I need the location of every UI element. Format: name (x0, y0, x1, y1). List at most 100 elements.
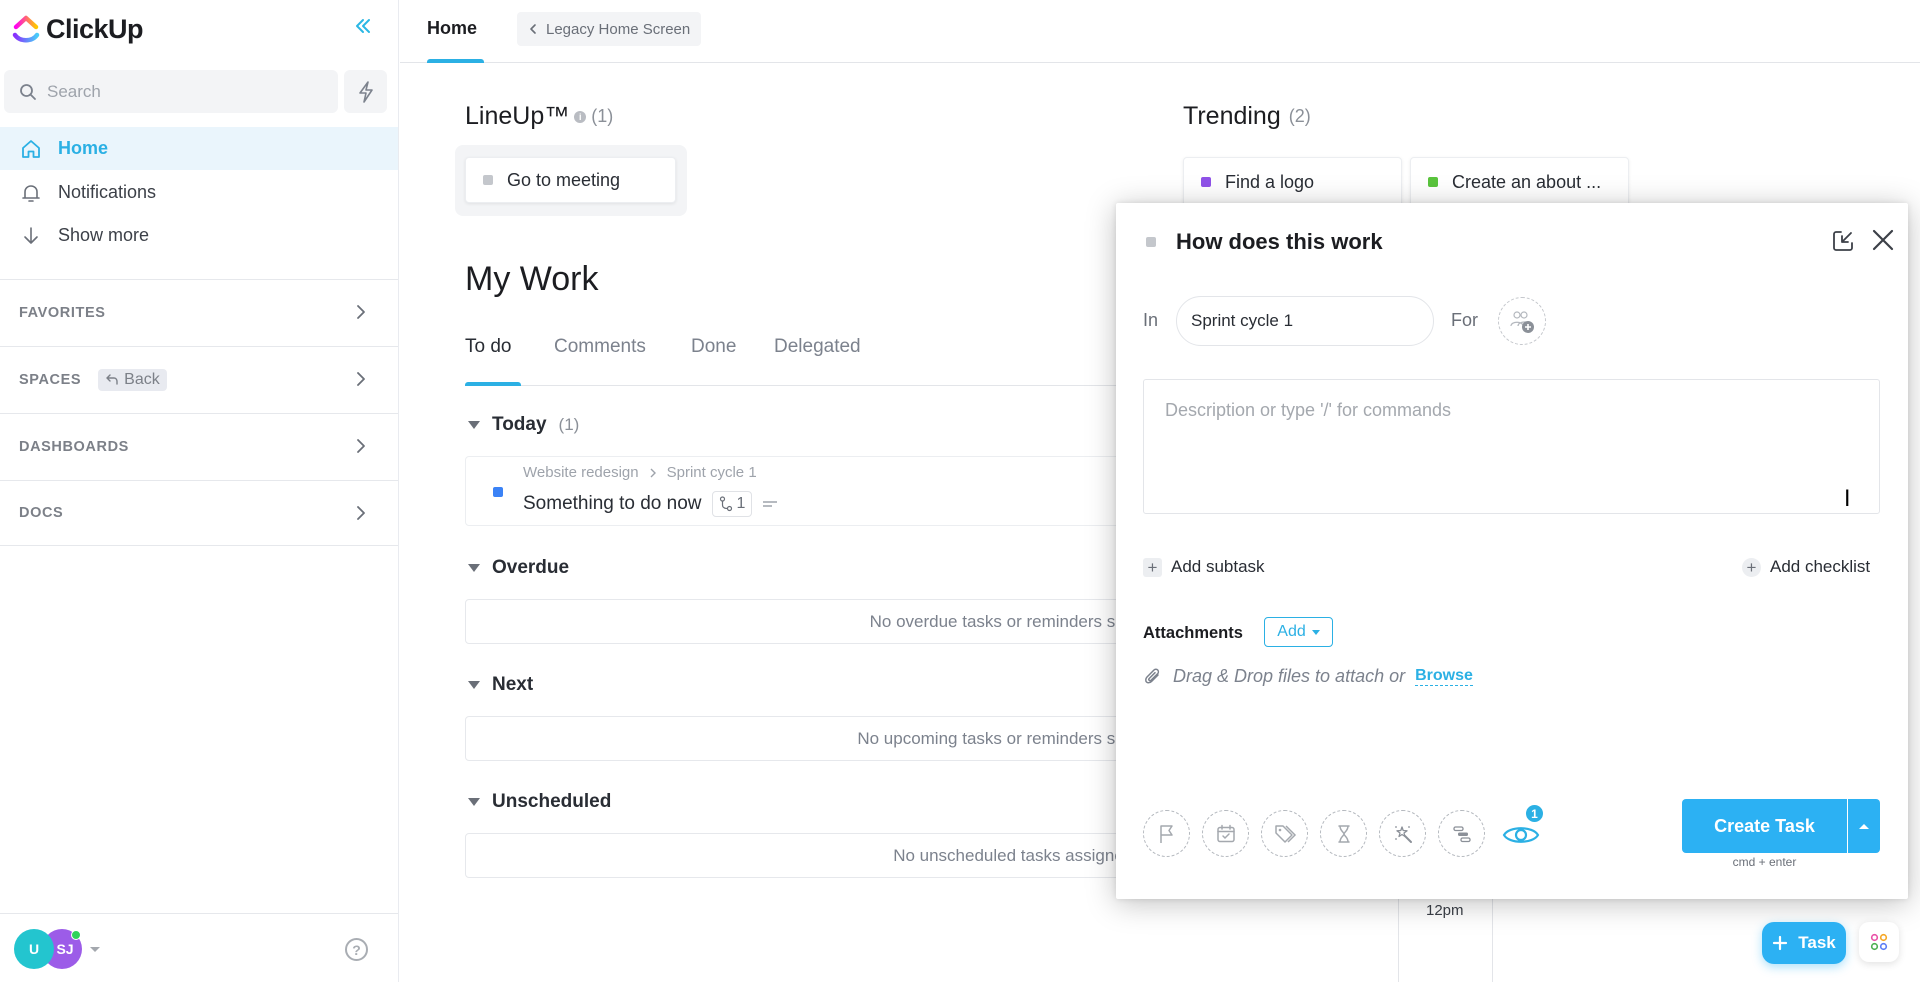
tab-delegated[interactable]: Delegated (774, 336, 861, 358)
status-square (1201, 177, 1211, 187)
sidebar-item-home[interactable]: Home (0, 127, 398, 170)
top-header: Home Legacy Home Screen (400, 0, 1920, 63)
task-name[interactable]: Something to do now (523, 493, 702, 515)
sidebar-section-docs[interactable]: DOCS (0, 480, 398, 546)
keyboard-shortcut-hint: cmd + enter (1732, 855, 1797, 869)
add-checklist-button[interactable]: + Add checklist (1742, 557, 1870, 577)
sidebar-item-show-more[interactable]: Show more (0, 214, 398, 257)
group-next-header[interactable]: Next (468, 674, 533, 696)
lineup-heading: LineUp™ i (1) (465, 102, 613, 131)
help-button[interactable]: ? (345, 938, 368, 961)
group-label: Today (492, 414, 547, 435)
trending-card-label: Find a logo (1225, 171, 1315, 192)
status-square[interactable] (1146, 237, 1156, 247)
section-label: FAVORITES (19, 304, 106, 321)
lineup-card-label: Go to meeting (507, 169, 621, 190)
automation-button[interactable] (1379, 810, 1426, 857)
chevron-right-icon (650, 468, 656, 477)
caret-down-icon[interactable] (90, 947, 100, 952)
bell-icon (22, 184, 40, 202)
description-input[interactable] (1143, 379, 1880, 514)
minimize-icon[interactable] (1831, 229, 1855, 253)
breadcrumb-space[interactable]: Website redesign (523, 464, 639, 481)
tags-button[interactable] (1261, 810, 1308, 857)
flag-icon (1159, 824, 1173, 843)
add-checklist-label: Add checklist (1770, 557, 1871, 576)
tab-comments[interactable]: Comments (554, 336, 646, 358)
group-label: Unscheduled (492, 791, 612, 812)
plus-icon (1773, 935, 1788, 951)
caret-up-icon (1859, 823, 1869, 829)
overdue-empty-state: No overdue tasks or reminders scheduled. (465, 599, 1225, 644)
caret-down-icon (1311, 629, 1320, 635)
text-cursor-icon: I (1844, 487, 1851, 512)
trending-card[interactable]: Find a logo (1183, 157, 1402, 207)
chevron-right-icon (357, 439, 365, 453)
close-icon[interactable] (1870, 227, 1896, 253)
clickup-logo[interactable]: ClickUp (12, 14, 144, 45)
tab-done[interactable]: Done (691, 336, 736, 358)
list-selector[interactable]: Sprint cycle 1 (1176, 296, 1434, 346)
attachments-add-dropdown[interactable]: Add (1264, 617, 1333, 647)
add-assignee-icon (1510, 311, 1534, 333)
status-square (483, 175, 493, 185)
task-title-input[interactable]: How does this work (1176, 229, 1383, 255)
spaces-back-button[interactable]: Back (98, 368, 167, 391)
caret-down-icon (468, 564, 480, 572)
online-status-dot (71, 930, 81, 940)
lineup-container: Go to meeting (455, 145, 687, 216)
sidebar-item-notifications[interactable]: Notifications (0, 171, 398, 214)
browse-link[interactable]: Browse (1415, 667, 1473, 686)
quick-actions-button[interactable] (344, 70, 387, 113)
legacy-home-screen-button[interactable]: Legacy Home Screen (517, 12, 702, 46)
back-label: Back (124, 370, 160, 388)
dependencies-button[interactable] (1438, 810, 1485, 857)
active-tab-indicator (465, 382, 521, 386)
avatar-workspace[interactable]: U (14, 929, 54, 969)
sidebar-section-dashboards[interactable]: DASHBOARDS (0, 413, 398, 479)
create-task-button[interactable]: Create Task (1682, 799, 1847, 853)
task-breadcrumb: Website redesign Sprint cycle 1 (523, 464, 757, 481)
my-work-title: My Work (465, 260, 599, 298)
undo-arrow-icon (106, 373, 118, 385)
search-box[interactable] (4, 70, 338, 113)
arrow-down-icon (24, 226, 38, 244)
collapse-sidebar-button[interactable] (350, 16, 376, 42)
search-input[interactable] (47, 81, 307, 102)
chevron-right-icon (357, 372, 365, 386)
sidebar-section-spaces[interactable]: SPACES Back (0, 346, 398, 412)
lineup-card[interactable]: Go to meeting (465, 157, 676, 203)
chevron-left-icon (530, 24, 536, 34)
sidebar-footer: U SJ ? (0, 913, 398, 982)
gantt-icon (1452, 825, 1471, 842)
subtask-badge[interactable]: 1 (711, 491, 753, 517)
attachments-label: Attachments (1143, 624, 1243, 642)
apps-launcher-button[interactable] (1859, 922, 1899, 962)
question-mark-icon: ? (352, 941, 361, 958)
tab-home[interactable]: Home (427, 18, 477, 39)
lineup-count: (1) (591, 106, 614, 126)
due-date-button[interactable] (1202, 810, 1249, 857)
tab-to-do[interactable]: To do (465, 336, 511, 358)
tag-icon (1274, 824, 1296, 843)
create-task-modal: How does this work In Sprint cycle 1 For… (1116, 203, 1908, 899)
chevron-right-icon (357, 506, 365, 520)
new-task-fab[interactable]: Task (1762, 922, 1846, 964)
attachment-dropzone[interactable]: Drag & Drop files to attach or Browse (1143, 666, 1473, 687)
create-options-button[interactable] (1848, 799, 1880, 853)
group-unscheduled-header[interactable]: Unscheduled (468, 791, 611, 813)
sidebar-section-favorites[interactable]: FAVORITES (0, 279, 398, 345)
group-overdue-header[interactable]: Overdue (468, 557, 569, 579)
breadcrumb-list[interactable]: Sprint cycle 1 (667, 464, 757, 481)
task-row[interactable]: Website redesign Sprint cycle 1 Somethin… (465, 456, 1225, 526)
add-subtask-button[interactable]: + Add subtask (1143, 557, 1265, 577)
priority-button[interactable] (1143, 810, 1190, 857)
trending-card[interactable]: Create an about ... (1410, 157, 1629, 207)
trending-title: Trending (1183, 102, 1281, 130)
assignee-picker[interactable] (1498, 297, 1546, 345)
subtask-icon (719, 496, 732, 512)
group-today-header[interactable]: Today (1) (468, 414, 579, 436)
time-estimate-button[interactable] (1320, 810, 1367, 857)
info-icon[interactable]: i (574, 110, 587, 123)
watchers-button[interactable]: 1 (1497, 803, 1545, 857)
